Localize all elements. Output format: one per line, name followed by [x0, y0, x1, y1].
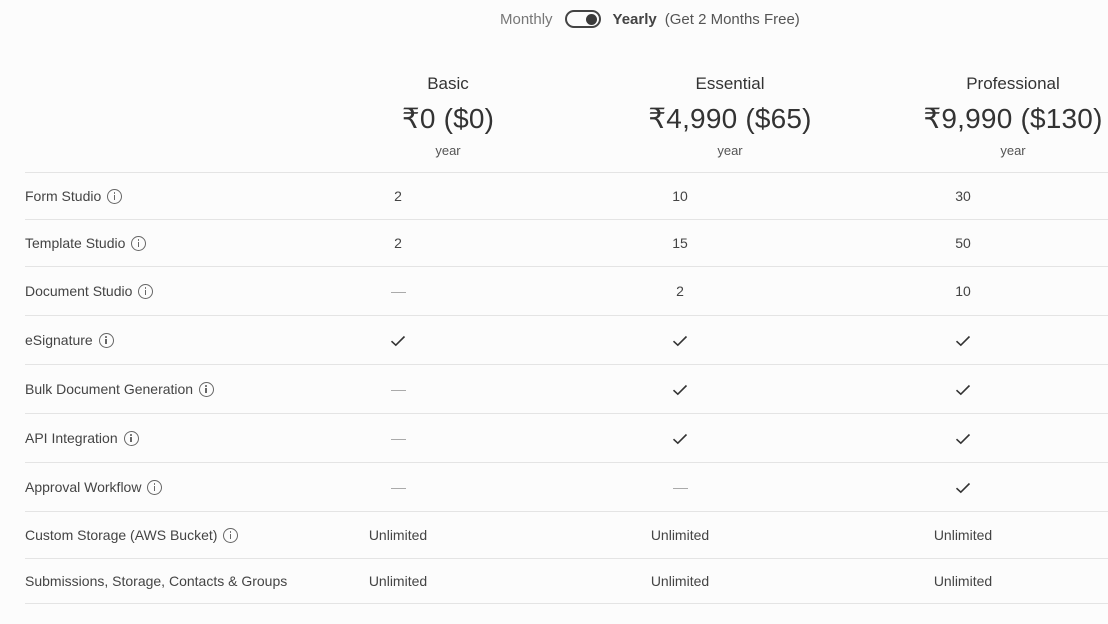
- feature-label-text: Template Studio: [25, 235, 126, 251]
- check-icon: [620, 430, 740, 446]
- check-icon: [903, 381, 1023, 397]
- feature-label: Custom Storage (AWS Bucket): [25, 527, 239, 543]
- plan-price: ₹9,990 ($130): [923, 103, 1103, 134]
- plan-price: ₹4,990 ($65): [648, 103, 812, 134]
- feature-label: Bulk Document Generation: [25, 381, 215, 397]
- plan-name: Essential: [695, 74, 765, 93]
- dash-icon: [338, 381, 458, 397]
- feature-label: Approval Workflow: [25, 479, 163, 495]
- feature-label: Form Studio: [25, 188, 123, 204]
- info-icon[interactable]: [138, 283, 154, 299]
- check-icon: [338, 332, 458, 348]
- info-icon[interactable]: [107, 188, 123, 204]
- feature-label-text: Approval Workflow: [25, 479, 142, 495]
- dash-icon: [338, 479, 458, 495]
- check-icon: [620, 381, 740, 397]
- feature-value: 2: [394, 188, 402, 204]
- feature-row: Submissions, Storage, Contacts & Groups U…: [25, 558, 1108, 604]
- feature-row: eSignature: [25, 315, 1108, 364]
- switch-knob: [585, 14, 597, 25]
- plan-essential: Essential ₹4,990 ($65) year: [589, 74, 871, 158]
- feature-value: 2: [676, 283, 684, 299]
- info-icon[interactable]: [199, 381, 215, 397]
- feature-value: 2: [394, 235, 402, 251]
- billing-period-switch[interactable]: [564, 10, 601, 28]
- plan-name: Professional: [966, 74, 1060, 93]
- feature-value: 10: [672, 188, 688, 204]
- feature-value: Unlimited: [933, 573, 993, 589]
- info-icon[interactable]: [123, 430, 139, 446]
- feature-row: Template Studio 2 15 50: [25, 219, 1108, 266]
- feature-label-text: Bulk Document Generation: [25, 381, 194, 397]
- plan-period: year: [435, 143, 461, 158]
- feature-label-text: Custom Storage (AWS Bucket): [25, 527, 218, 543]
- info-icon[interactable]: [223, 527, 239, 543]
- dash-icon: [338, 430, 458, 446]
- feature-value: 15: [672, 235, 688, 251]
- dash-icon: [338, 283, 458, 299]
- info-icon[interactable]: [147, 479, 163, 495]
- plan-period: year: [717, 143, 743, 158]
- info-icon[interactable]: [131, 235, 147, 251]
- dash-icon: [620, 479, 740, 495]
- feature-label: API Integration: [25, 430, 139, 446]
- monthly-label[interactable]: Monthly: [500, 11, 553, 28]
- feature-value: Unlimited: [650, 527, 710, 543]
- feature-row: API Integration: [25, 413, 1108, 462]
- check-icon: [903, 479, 1023, 495]
- billing-toggle: Monthly Yearly (Get 2 Months Free): [500, 10, 800, 28]
- feature-row: Document Studio 2 10: [25, 266, 1108, 315]
- feature-label-text: Submissions, Storage, Contacts & Groups: [25, 573, 288, 589]
- feature-label: Document Studio: [25, 283, 154, 299]
- plan-price: ₹0 ($0): [401, 103, 495, 134]
- check-icon: [903, 332, 1023, 348]
- check-icon: [903, 430, 1023, 446]
- feature-label-text: Document Studio: [25, 283, 133, 299]
- plan-professional: Professional ₹9,990 ($130) year: [872, 74, 1108, 158]
- plan-period: year: [1000, 143, 1026, 158]
- feature-row: Approval Workflow: [25, 462, 1108, 511]
- feature-row: Bulk Document Generation: [25, 364, 1108, 413]
- feature-value: Unlimited: [933, 527, 993, 543]
- feature-label: Submissions, Storage, Contacts & Groups: [25, 573, 287, 589]
- check-icon: [620, 332, 740, 348]
- feature-label-text: eSignature: [25, 332, 93, 348]
- feature-label: eSignature: [25, 332, 114, 348]
- feature-value: 10: [955, 283, 971, 299]
- feature-row: Form Studio 2 10 30: [25, 172, 1108, 219]
- yearly-label[interactable]: Yearly: [613, 11, 657, 28]
- plan-basic: Basic ₹0 ($0) year: [307, 74, 589, 158]
- info-icon[interactable]: [98, 332, 114, 348]
- feature-label-text: API Integration: [25, 430, 118, 446]
- feature-label-text: Form Studio: [25, 188, 102, 204]
- promo-label: (Get 2 Months Free): [664, 10, 800, 28]
- plan-name: Basic: [427, 74, 469, 93]
- feature-row: Custom Storage (AWS Bucket) Unlimited Unli…: [25, 511, 1108, 558]
- feature-label: Template Studio: [25, 235, 147, 251]
- feature-value: Unlimited: [650, 573, 710, 589]
- feature-value: Unlimited: [368, 527, 428, 543]
- feature-value: 30: [955, 188, 971, 204]
- feature-value: Unlimited: [368, 573, 428, 589]
- feature-value: 50: [955, 235, 971, 251]
